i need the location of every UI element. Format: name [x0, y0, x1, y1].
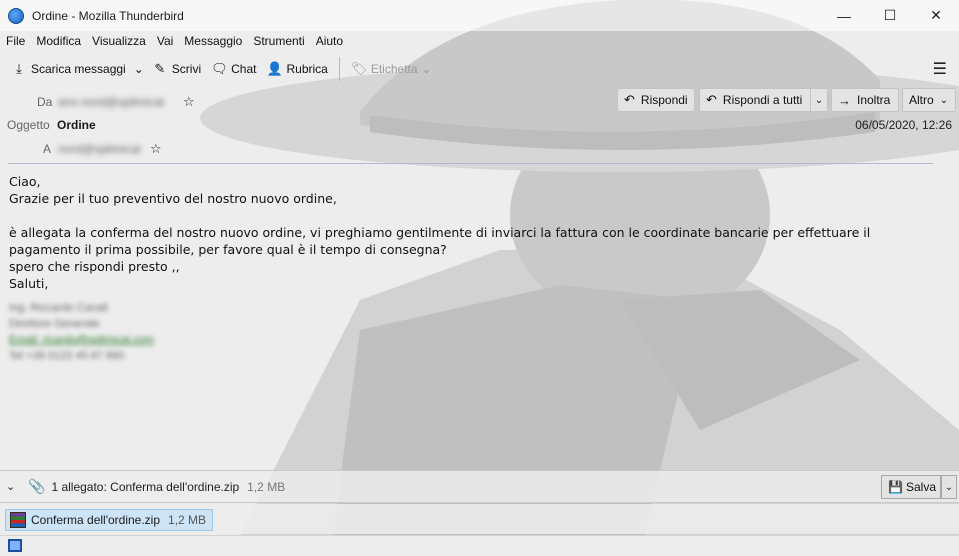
reply-label: Rispondi	[640, 93, 688, 107]
message-date: 06/05/2020, 12:26	[855, 118, 952, 132]
address-book-button[interactable]: 👤 Rubrica	[261, 56, 332, 82]
download-icon: ⤓	[16, 61, 22, 76]
address-book-label: Rubrica	[286, 62, 328, 76]
from-label: Da	[37, 95, 53, 109]
reply-all-icon: ↶	[706, 92, 717, 107]
attachment-size: 1,2 MB	[168, 513, 207, 527]
write-button[interactable]: ✎ Scrivi	[147, 56, 206, 82]
save-attachment-button[interactable]: 💾 Salva	[881, 475, 941, 499]
more-button[interactable]: Altro ⌄	[902, 88, 956, 112]
forward-arrow-icon: →	[838, 92, 851, 108]
forward-button[interactable]: → Inoltra	[831, 88, 899, 112]
signature-line: Tel +39 0123 45 67 890	[9, 350, 125, 362]
app-menu-icon[interactable]: ☰	[933, 59, 947, 79]
attachment-item[interactable]: Conferma dell'ordine.zip 1,2 MB	[5, 509, 214, 531]
chat-label: Chat	[231, 62, 257, 76]
toolbar-separator	[338, 57, 340, 81]
body-line: Ciao,	[9, 174, 41, 189]
to-label: A	[43, 142, 52, 156]
reply-all-label: Rispondi a tutti	[722, 93, 803, 107]
floppy-disk-icon: 💾	[888, 480, 903, 494]
chevron-down-icon: ⌄	[939, 94, 949, 106]
chevron-down-icon: ⌄	[133, 62, 144, 76]
paperclip-icon: 📎	[28, 478, 46, 494]
menu-file[interactable]: File	[6, 34, 25, 48]
menu-edit[interactable]: Modifica	[36, 34, 81, 48]
attachment-name: Conferma dell'ordine.zip	[31, 513, 161, 527]
get-messages-button[interactable]: ⤓ Scarica messaggi	[6, 56, 131, 82]
body-line: è allegata la conferma del nostro nuovo …	[9, 225, 871, 240]
main-toolbar: ⤓ Scarica messaggi ⌄ ✎ Scrivi 🗨 Chat 👤 R…	[0, 53, 959, 85]
email-signature: Ing. Riccardo Canali Direttore Generale …	[9, 300, 154, 364]
status-bar	[0, 535, 959, 556]
body-line: spero che rispondi presto ,,	[9, 259, 180, 274]
attachment-summary[interactable]: 1 allegato: Conferma dell'ordine.zip	[51, 480, 239, 494]
attachment-bar: ⌄ 📎 1 allegato: Conferma dell'ordine.zip…	[0, 470, 959, 503]
tag-icon: 🏷	[350, 61, 368, 76]
chat-button[interactable]: 🗨 Chat	[206, 56, 261, 82]
subject-value: Ordine	[57, 118, 96, 132]
reply-icon: ↶	[624, 92, 635, 107]
menu-view[interactable]: Visualizza	[92, 34, 146, 48]
chevron-down-icon: ⌄	[421, 62, 432, 76]
contacts-icon: 👤	[266, 61, 283, 76]
maximize-button[interactable]: ☐	[867, 0, 913, 31]
pencil-icon: ✎	[154, 61, 166, 76]
attachment-list: Conferma dell'ordine.zip 1,2 MB	[0, 504, 959, 534]
minimize-button[interactable]: —	[821, 0, 867, 31]
menu-help[interactable]: Aiuto	[316, 34, 343, 48]
body-line: Saluti,	[9, 276, 49, 291]
menu-message[interactable]: Messaggio	[184, 34, 242, 48]
star-icon[interactable]: ☆	[183, 94, 195, 110]
save-dropdown[interactable]: ⌄	[941, 475, 957, 499]
zip-archive-icon	[10, 512, 26, 528]
header-divider	[8, 163, 933, 164]
signature-line: Direttore Generale	[9, 318, 100, 330]
tag-button[interactable]: 🏷 Etichetta ⌄	[346, 56, 437, 82]
message-body: Ciao, Grazie per il tuo preventivo del n…	[9, 173, 939, 292]
menu-go[interactable]: Vai	[157, 34, 173, 48]
body-line: Grazie per il tuo preventivo del nostro …	[9, 191, 337, 206]
chevron-down-icon: ⌄	[814, 94, 824, 106]
thunderbird-app-icon	[8, 7, 24, 24]
title-bar: Ordine - Mozilla Thunderbird — ☐ ✕	[0, 0, 959, 31]
menu-bar: File Modifica Visualizza Vai Messaggio S…	[0, 31, 959, 51]
close-button[interactable]: ✕	[913, 0, 959, 31]
save-label: Salva	[905, 480, 936, 494]
menu-tools[interactable]: Strumenti	[253, 34, 304, 48]
chat-bubble-icon: 🗨	[211, 61, 228, 76]
star-icon[interactable]: ☆	[150, 141, 162, 157]
more-label: Altro	[909, 93, 934, 107]
get-messages-label: Scarica messaggi	[31, 62, 126, 76]
from-address[interactable]: ann.nord@splimicat	[58, 95, 164, 109]
reply-button[interactable]: ↶ Rispondi	[617, 88, 695, 112]
attachment-summary-size: 1,2 MB	[247, 479, 286, 494]
subject-label: Oggetto	[7, 118, 50, 132]
message-header: Da ann.nord@splimicat ☆ ↶ Rispondi ↶ Ris…	[0, 87, 959, 163]
chevron-down-icon: ⌄	[944, 481, 954, 493]
signature-email-link[interactable]: Email: ricardo@splimicat.com	[9, 332, 154, 348]
body-line	[9, 207, 939, 224]
online-status-icon[interactable]	[8, 539, 22, 552]
body-line: pagamento il prima possibile, per favore…	[9, 242, 447, 257]
write-label: Scrivi	[171, 62, 202, 76]
reply-all-dropdown[interactable]: ⌄	[810, 88, 828, 112]
signature-line: Ing. Riccardo Canali	[9, 302, 109, 314]
reply-all-button[interactable]: ↶ Rispondi a tutti	[699, 88, 811, 112]
forward-label: Inoltra	[857, 93, 891, 107]
to-address[interactable]: nord@splimicat	[58, 142, 141, 156]
window-title: Ordine - Mozilla Thunderbird	[32, 8, 184, 23]
collapse-chevron-icon[interactable]: ⌄	[6, 480, 16, 493]
tag-label: Etichetta	[370, 62, 418, 76]
get-messages-dropdown[interactable]: ⌄	[131, 56, 147, 82]
window-controls: — ☐ ✕	[821, 0, 959, 31]
